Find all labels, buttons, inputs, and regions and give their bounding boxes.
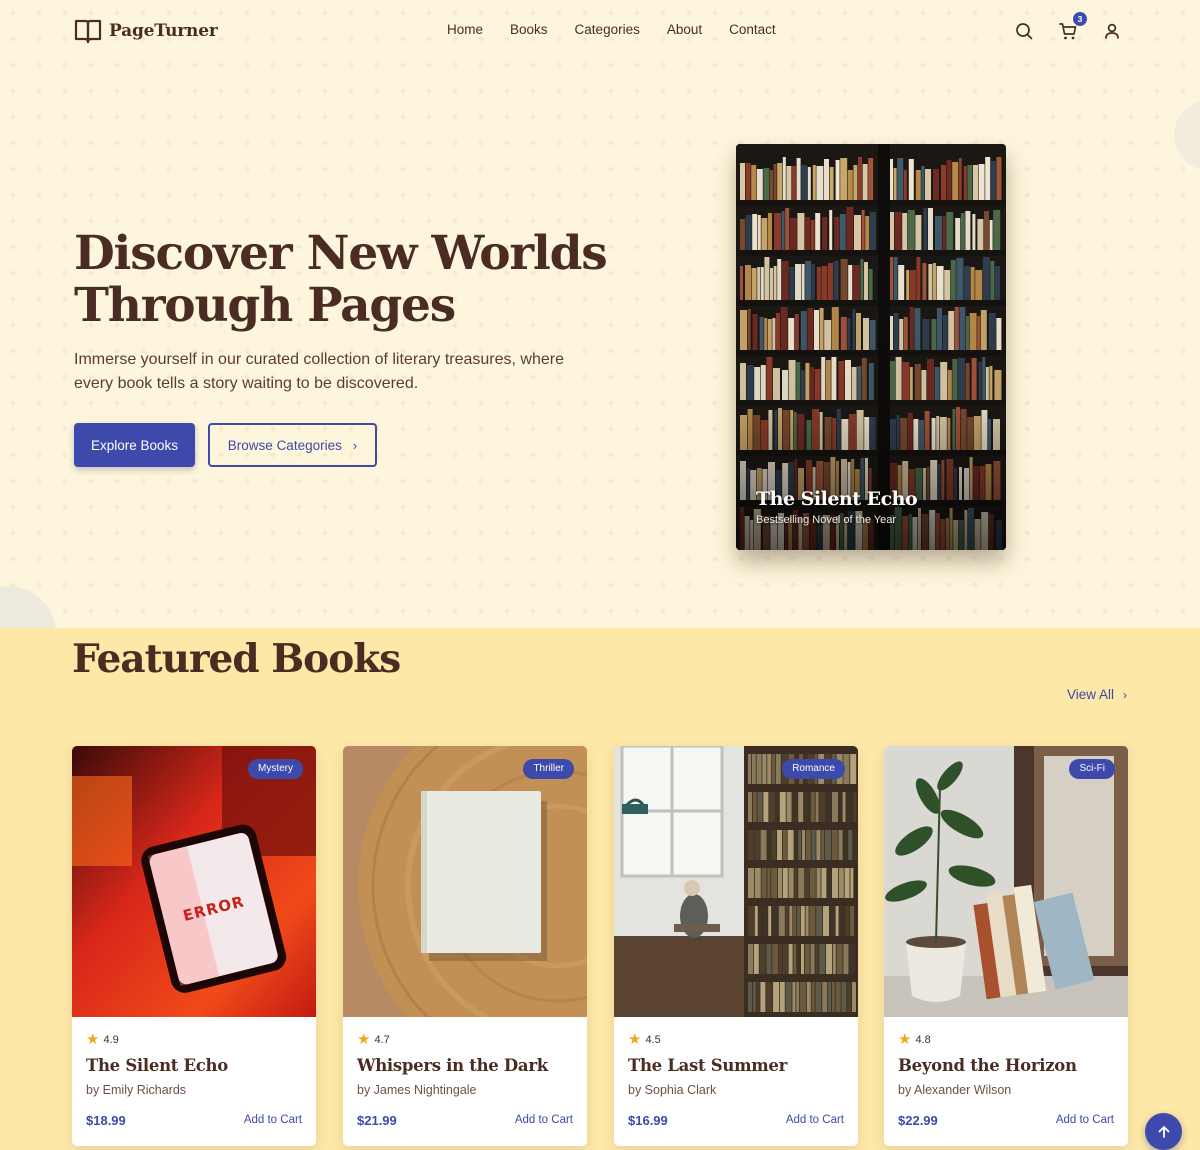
book-cover-image: ERROR Mystery [72, 746, 316, 1017]
logo[interactable]: PageTurner [74, 18, 218, 44]
book-price: $18.99 [86, 1113, 126, 1128]
star-icon: ★ [86, 1031, 100, 1048]
nav-home[interactable]: Home [447, 22, 483, 37]
book-title[interactable]: The Silent Echo [86, 1056, 228, 1075]
chevron-right-icon: › [352, 437, 358, 453]
featured-book-banner[interactable]: The Silent Echo Bestselling Novel of the… [736, 144, 1006, 550]
rating-value: 4.5 [645, 1033, 661, 1046]
add-to-cart-button[interactable]: Add to Cart [786, 1114, 844, 1126]
hero-title: Discover New Worlds Through Pages [74, 226, 608, 333]
scroll-to-top-button[interactable] [1145, 1113, 1182, 1150]
book-cover-image: Sci-Fi [884, 746, 1128, 1017]
chevron-right-icon: › [1123, 687, 1128, 702]
search-icon[interactable] [1013, 20, 1035, 42]
feature-book-title: The Silent Echo [756, 488, 918, 510]
book-card[interactable]: Romance ★ 4.5 The Last Summer by Sophia … [614, 746, 858, 1146]
book-author: by Emily Richards [86, 1083, 187, 1097]
rating: ★ 4.9 [86, 1032, 119, 1047]
genre-badge: Mystery [248, 759, 303, 779]
rating-value: 4.9 [103, 1033, 119, 1046]
star-icon: ★ [898, 1031, 912, 1048]
hero-section: PageTurner Home Books Categories About C… [0, 0, 1200, 628]
main-nav: Home Books Categories About Contact [447, 22, 803, 37]
decorative-circle [1174, 100, 1200, 170]
browse-categories-button[interactable]: Browse Categories › [208, 423, 377, 467]
book-card[interactable]: ERROR Mystery ★ 4.9 The Silent Echo by E… [72, 746, 316, 1146]
book-author: by Sophia Clark [628, 1083, 717, 1097]
view-all-link[interactable]: View All › [1067, 687, 1127, 702]
feature-book-subtitle: Bestselling Novel of the Year [756, 514, 897, 526]
arrow-up-icon [1158, 1125, 1169, 1138]
book-title[interactable]: Beyond the Horizon [898, 1056, 1077, 1075]
nav-contact[interactable]: Contact [729, 22, 776, 37]
view-all-label: View All [1067, 687, 1115, 702]
star-icon: ★ [628, 1031, 642, 1048]
decorative-circle [0, 586, 56, 628]
user-icon[interactable] [1101, 20, 1123, 42]
section-title: Featured Books [72, 636, 401, 682]
rating: ★ 4.7 [357, 1032, 390, 1047]
explore-books-button[interactable]: Explore Books [74, 423, 195, 467]
star-icon: ★ [357, 1031, 371, 1048]
book-price: $22.99 [898, 1113, 938, 1128]
cart-count-badge: 3 [1073, 12, 1087, 26]
rating: ★ 4.8 [898, 1032, 931, 1047]
book-card[interactable]: Sci-Fi ★ 4.8 Beyond the Horizon by Alexa… [884, 746, 1128, 1146]
genre-badge: Thriller [523, 759, 574, 779]
book-title[interactable]: The Last Summer [628, 1056, 787, 1075]
rating-value: 4.8 [915, 1033, 931, 1046]
book-cover-image: Romance [614, 746, 858, 1017]
book-author: by James Nightingale [357, 1083, 477, 1097]
genre-badge: Sci-Fi [1069, 759, 1115, 779]
hero-subtitle: Immerse yourself in our curated collecti… [74, 351, 564, 392]
book-price: $16.99 [628, 1113, 668, 1128]
rating: ★ 4.5 [628, 1032, 661, 1047]
featured-books-section: Featured Books View All › ERROR Mystery … [0, 628, 1200, 1150]
nav-books[interactable]: Books [510, 22, 548, 37]
nav-about[interactable]: About [667, 22, 702, 37]
open-book-icon [74, 19, 102, 44]
brand-name: PageTurner [109, 21, 218, 41]
book-author: by Alexander Wilson [898, 1083, 1012, 1097]
nav-categories[interactable]: Categories [575, 22, 640, 37]
add-to-cart-button[interactable]: Add to Cart [1056, 1114, 1114, 1126]
add-to-cart-button[interactable]: Add to Cart [515, 1114, 573, 1126]
book-price: $21.99 [357, 1113, 397, 1128]
book-title[interactable]: Whispers in the Dark [357, 1056, 548, 1075]
browse-categories-label: Browse Categories [227, 437, 342, 453]
rating-value: 4.7 [374, 1033, 390, 1046]
book-cover-image: Thriller [343, 746, 587, 1017]
book-card[interactable]: Thriller ★ 4.7 Whispers in the Dark by J… [343, 746, 587, 1146]
add-to-cart-button[interactable]: Add to Cart [244, 1114, 302, 1126]
genre-badge: Romance [782, 759, 845, 779]
